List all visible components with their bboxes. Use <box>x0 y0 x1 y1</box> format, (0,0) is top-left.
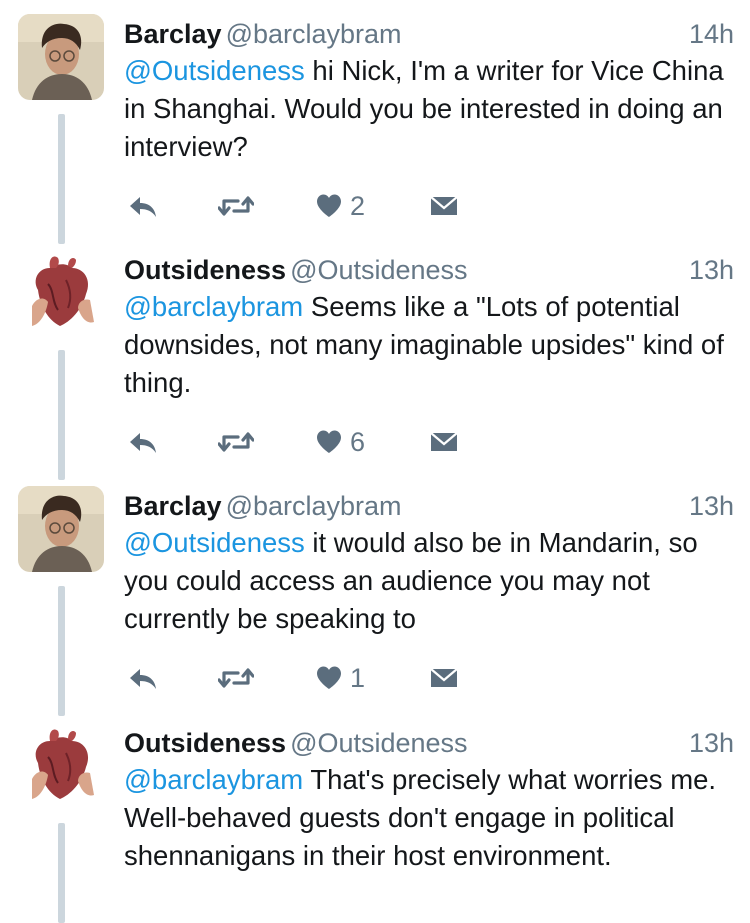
like-count: 2 <box>350 191 366 221</box>
reply-button[interactable] <box>128 422 158 462</box>
reply-icon <box>130 197 156 217</box>
display-name[interactable]: Outsideness <box>124 728 286 758</box>
retweet-button[interactable] <box>218 186 254 226</box>
tweet-text: @Outsideness hi Nick, I'm a writer for V… <box>124 52 734 166</box>
tweet-header: Barclay @barclaybram 14h <box>124 14 734 54</box>
display-name[interactable]: Barclay <box>124 19 222 49</box>
tweet-thread: Barclay @barclaybram 14h @Outsideness hi … <box>0 0 750 923</box>
timestamp[interactable]: 14h <box>689 14 734 54</box>
retweet-button[interactable] <box>218 658 254 698</box>
avatar[interactable] <box>18 486 104 572</box>
heart-icon <box>317 430 341 453</box>
reply-button[interactable] <box>128 658 158 698</box>
display-name[interactable]: Outsideness <box>124 255 286 285</box>
direct-message-button[interactable] <box>430 186 458 226</box>
mention-link[interactable]: @Outsideness <box>124 55 305 86</box>
like-count: 6 <box>350 427 366 457</box>
mention-link[interactable]: @barclaybram <box>124 764 303 795</box>
tweet-header: Barclay @barclaybram 13h <box>124 486 734 526</box>
heart-icon <box>317 194 341 217</box>
like-button[interactable]: 1 <box>316 658 365 698</box>
retweet-icon <box>218 196 254 216</box>
like-count: 1 <box>350 663 366 693</box>
mention-link[interactable]: @barclaybram <box>124 291 303 322</box>
timestamp[interactable]: 13h <box>689 250 734 290</box>
reply-icon <box>130 433 156 453</box>
thread-connector-line <box>58 114 65 244</box>
user-handle[interactable]: @Outsideness <box>290 255 468 285</box>
envelope-icon <box>430 195 458 217</box>
tweet-header: Outsideness @Outsideness 13h <box>124 723 734 763</box>
person-avatar-image <box>18 14 104 100</box>
avatar[interactable] <box>18 14 104 100</box>
avatar[interactable] <box>18 250 104 336</box>
person-avatar-image <box>18 486 104 572</box>
display-name[interactable]: Barclay <box>124 491 222 521</box>
thread-connector-line <box>58 586 65 716</box>
envelope-icon <box>430 667 458 689</box>
tweet-text: @barclaybram Seems like a "Lots of poten… <box>124 288 734 402</box>
thread-connector-line <box>58 350 65 480</box>
tweet-text: @Outsideness it would also be in Mandari… <box>124 524 734 638</box>
user-handle[interactable]: @barclaybram <box>226 491 402 521</box>
reply-icon <box>130 669 156 689</box>
mention-link[interactable]: @Outsideness <box>124 527 305 558</box>
retweet-icon <box>218 432 254 452</box>
avatar[interactable] <box>18 723 104 809</box>
user-handle[interactable]: @barclaybram <box>226 19 402 49</box>
envelope-icon <box>430 431 458 453</box>
tweet-header: Outsideness @Outsideness 13h <box>124 250 734 290</box>
direct-message-button[interactable] <box>430 658 458 698</box>
anatomical-heart-avatar-image <box>18 250 104 336</box>
like-button[interactable]: 6 <box>316 422 365 462</box>
reply-button[interactable] <box>128 186 158 226</box>
heart-icon <box>317 666 341 689</box>
user-handle[interactable]: @Outsideness <box>290 728 468 758</box>
thread-connector-line <box>58 823 65 923</box>
timestamp[interactable]: 13h <box>689 723 734 763</box>
retweet-icon <box>218 668 254 688</box>
direct-message-button[interactable] <box>430 422 458 462</box>
retweet-button[interactable] <box>218 422 254 462</box>
tweet-text: @barclaybram That's precisely what worri… <box>124 761 734 875</box>
tweet-actions: 1 <box>124 658 584 698</box>
anatomical-heart-avatar-image <box>18 723 104 809</box>
like-button[interactable]: 2 <box>316 186 365 226</box>
timestamp[interactable]: 13h <box>689 486 734 526</box>
tweet-actions: 6 <box>124 422 584 462</box>
tweet-actions: 2 <box>124 186 584 226</box>
